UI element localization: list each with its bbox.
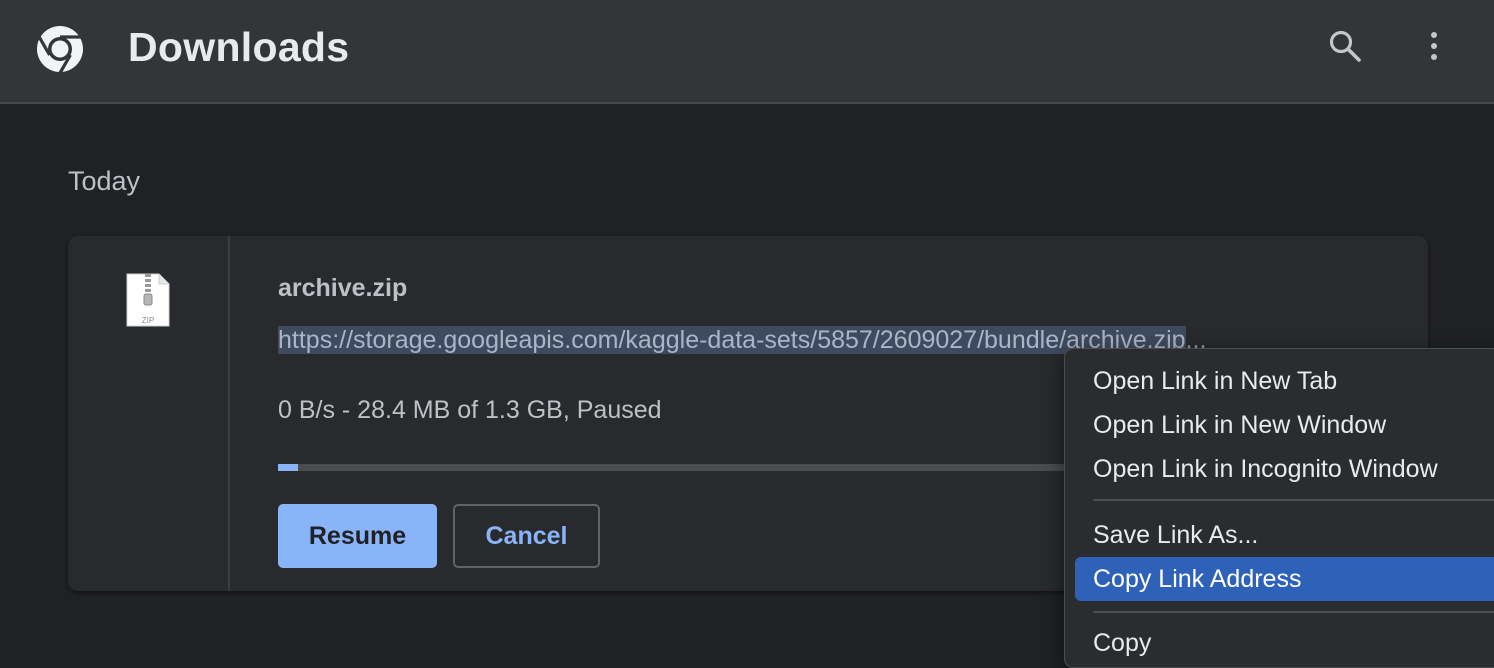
download-status: 0 B/s - 28.4 MB of 1.3 GB, Paused xyxy=(278,396,662,424)
menu-item-copy-link-address[interactable]: Copy Link Address xyxy=(1075,557,1494,601)
resume-button[interactable]: Resume xyxy=(278,504,437,568)
menu-separator xyxy=(1093,499,1494,501)
date-section-heading: Today xyxy=(68,166,141,196)
toolbar: Downloads xyxy=(0,0,1494,104)
search-icon xyxy=(1328,29,1362,68)
more-actions-button[interactable] xyxy=(1412,26,1456,70)
chrome-logo-icon xyxy=(36,25,84,74)
download-progress-fill xyxy=(278,464,299,471)
menu-item-open-new-tab[interactable]: Open Link in New Tab xyxy=(1075,359,1494,403)
menu-item-save-link-as[interactable]: Save Link As... xyxy=(1075,513,1494,557)
search-button[interactable] xyxy=(1323,26,1367,70)
card-divider xyxy=(228,236,230,591)
menu-item-open-incognito[interactable]: Open Link in Incognito Window xyxy=(1075,447,1494,491)
cancel-button[interactable]: Cancel xyxy=(453,504,600,568)
more-vert-icon xyxy=(1428,30,1440,67)
file-name: archive.zip xyxy=(278,274,408,302)
file-type-label: ZIP xyxy=(142,316,154,325)
page-title: Downloads xyxy=(128,24,350,70)
menu-separator xyxy=(1093,611,1494,613)
link-context-menu: Open Link in New Tab Open Link in New Wi… xyxy=(1064,348,1494,668)
menu-item-copy[interactable]: Copy xyxy=(1075,621,1494,665)
menu-item-open-new-window[interactable]: Open Link in New Window xyxy=(1075,403,1494,447)
zip-file-icon: ZIP xyxy=(125,272,171,328)
file-url-text: https://storage.googleapis.com/kaggle-da… xyxy=(278,326,1186,354)
